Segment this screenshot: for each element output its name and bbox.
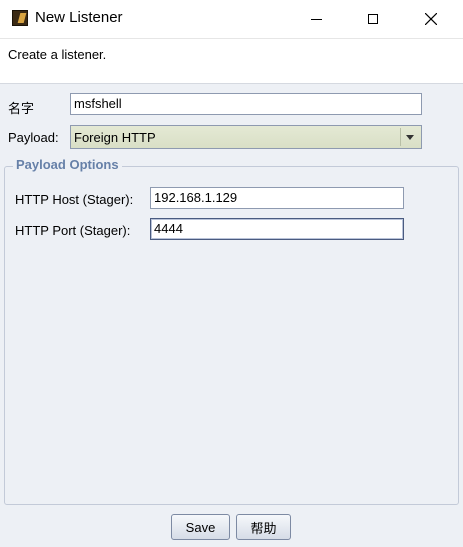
name-input[interactable]: msfshell: [70, 93, 422, 115]
name-label: 名字: [8, 101, 35, 116]
title-bar: New Listener: [0, 0, 463, 38]
maximize-button[interactable]: [350, 0, 396, 38]
payload-select[interactable]: Foreign HTTP: [70, 125, 422, 149]
dropdown-arrow-button[interactable]: [400, 128, 419, 146]
payload-selected-value: Foreign HTTP: [74, 130, 156, 145]
http-port-input[interactable]: 4444: [150, 218, 404, 240]
http-host-input[interactable]: 192.168.1.129: [150, 187, 404, 209]
help-button[interactable]: 帮助: [236, 514, 291, 540]
form-panel: 名字 msfshell Payload: Foreign HTTP Payloa…: [0, 83, 463, 547]
payload-options-group: Payload Options HTTP Host (Stager): 192.…: [4, 157, 459, 505]
http-port-label: HTTP Port (Stager):: [15, 223, 131, 238]
description-text: Create a listener.: [8, 47, 107, 62]
close-icon: [425, 13, 437, 25]
close-button[interactable]: [408, 0, 454, 38]
payload-label: Payload:: [8, 130, 59, 145]
app-icon: [12, 10, 28, 26]
maximize-icon: [368, 14, 378, 24]
minimize-button[interactable]: [293, 0, 339, 38]
minimize-icon: [310, 18, 322, 20]
payload-options-title: Payload Options: [13, 157, 122, 172]
http-host-label: HTTP Host (Stager):: [15, 192, 134, 207]
save-button[interactable]: Save: [171, 514, 230, 540]
description-area: Create a listener.: [0, 38, 463, 83]
chevron-down-icon: [406, 134, 414, 140]
window-title: New Listener: [35, 9, 123, 26]
